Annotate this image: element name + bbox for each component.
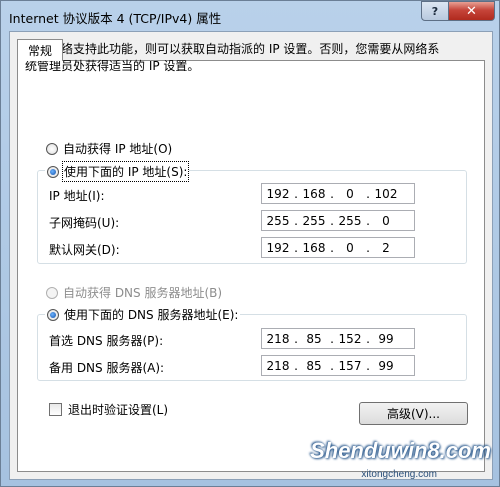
window-title: Internet 协议版本 4 (TCP/IPv4) 属性	[9, 11, 222, 26]
subnet-mask-label: 子网掩码(U):	[49, 216, 120, 230]
validate-settings-label: 退出时验证设置(L)	[68, 403, 169, 417]
subnet-mask-input[interactable]: 255. 255. 255. 0	[261, 210, 415, 231]
description-text: 如果网络支持此功能，则可以获取自动指派的 IP 设置。否则，您需要从网络系统管理…	[25, 42, 440, 73]
close-button[interactable]: ✕	[449, 1, 495, 21]
title-bar[interactable]: Internet 协议版本 4 (TCP/IPv4) 属性 ? ✕	[1, 1, 500, 31]
alternate-dns-input[interactable]: 218. 85. 157. 99	[261, 355, 415, 376]
advanced-button[interactable]: 高级(V)...	[359, 402, 468, 425]
default-gateway-input[interactable]: 192. 168. 0. 2	[261, 237, 415, 258]
manual-ip-label: 使用下面的 IP 地址(S):	[61, 161, 190, 182]
auto-dns-label: 自动获得 DNS 服务器地址(B)	[63, 286, 223, 300]
window-controls: ? ✕	[421, 1, 495, 21]
manual-dns-label: 使用下面的 DNS 服务器地址(E):	[64, 308, 239, 322]
validate-settings-checkbox[interactable]	[49, 403, 62, 416]
auto-dns-option: 自动获得 DNS 服务器地址(B)	[46, 284, 222, 301]
tab-general[interactable]: 常规	[17, 39, 63, 61]
auto-ip-option[interactable]: 自动获得 IP 地址(O)	[46, 140, 172, 157]
auto-dns-radio	[46, 286, 58, 299]
manual-ip-radio[interactable]	[47, 165, 59, 178]
default-gateway-label: 默认网关(D):	[49, 243, 120, 257]
validate-settings-option[interactable]: 退出时验证设置(L)	[49, 401, 168, 418]
auto-ip-radio[interactable]	[46, 142, 58, 155]
help-button[interactable]: ?	[421, 1, 449, 21]
ip-address-label: IP 地址(I):	[49, 189, 105, 203]
preferred-dns-input[interactable]: 218. 85. 152. 99	[261, 328, 415, 349]
manual-dns-radio[interactable]	[47, 308, 59, 321]
manual-dns-option[interactable]: 使用下面的 DNS 服务器地址(E):	[45, 306, 241, 323]
preferred-dns-label: 首选 DNS 服务器(P):	[49, 334, 164, 348]
manual-ip-option[interactable]: 使用下面的 IP 地址(S):	[45, 161, 190, 182]
watermark-domain: xitongcheng.com	[361, 469, 437, 480]
ip-address-input[interactable]: 192. 168. 0. 102	[261, 183, 415, 204]
alternate-dns-label: 备用 DNS 服务器(A):	[49, 361, 165, 375]
watermark-brand: Shenduwin8.com	[310, 438, 491, 463]
auto-ip-label: 自动获得 IP 地址(O)	[63, 142, 173, 156]
dialog-window: Internet 协议版本 4 (TCP/IPv4) 属性 ? ✕ 常规 如果网…	[0, 0, 500, 487]
